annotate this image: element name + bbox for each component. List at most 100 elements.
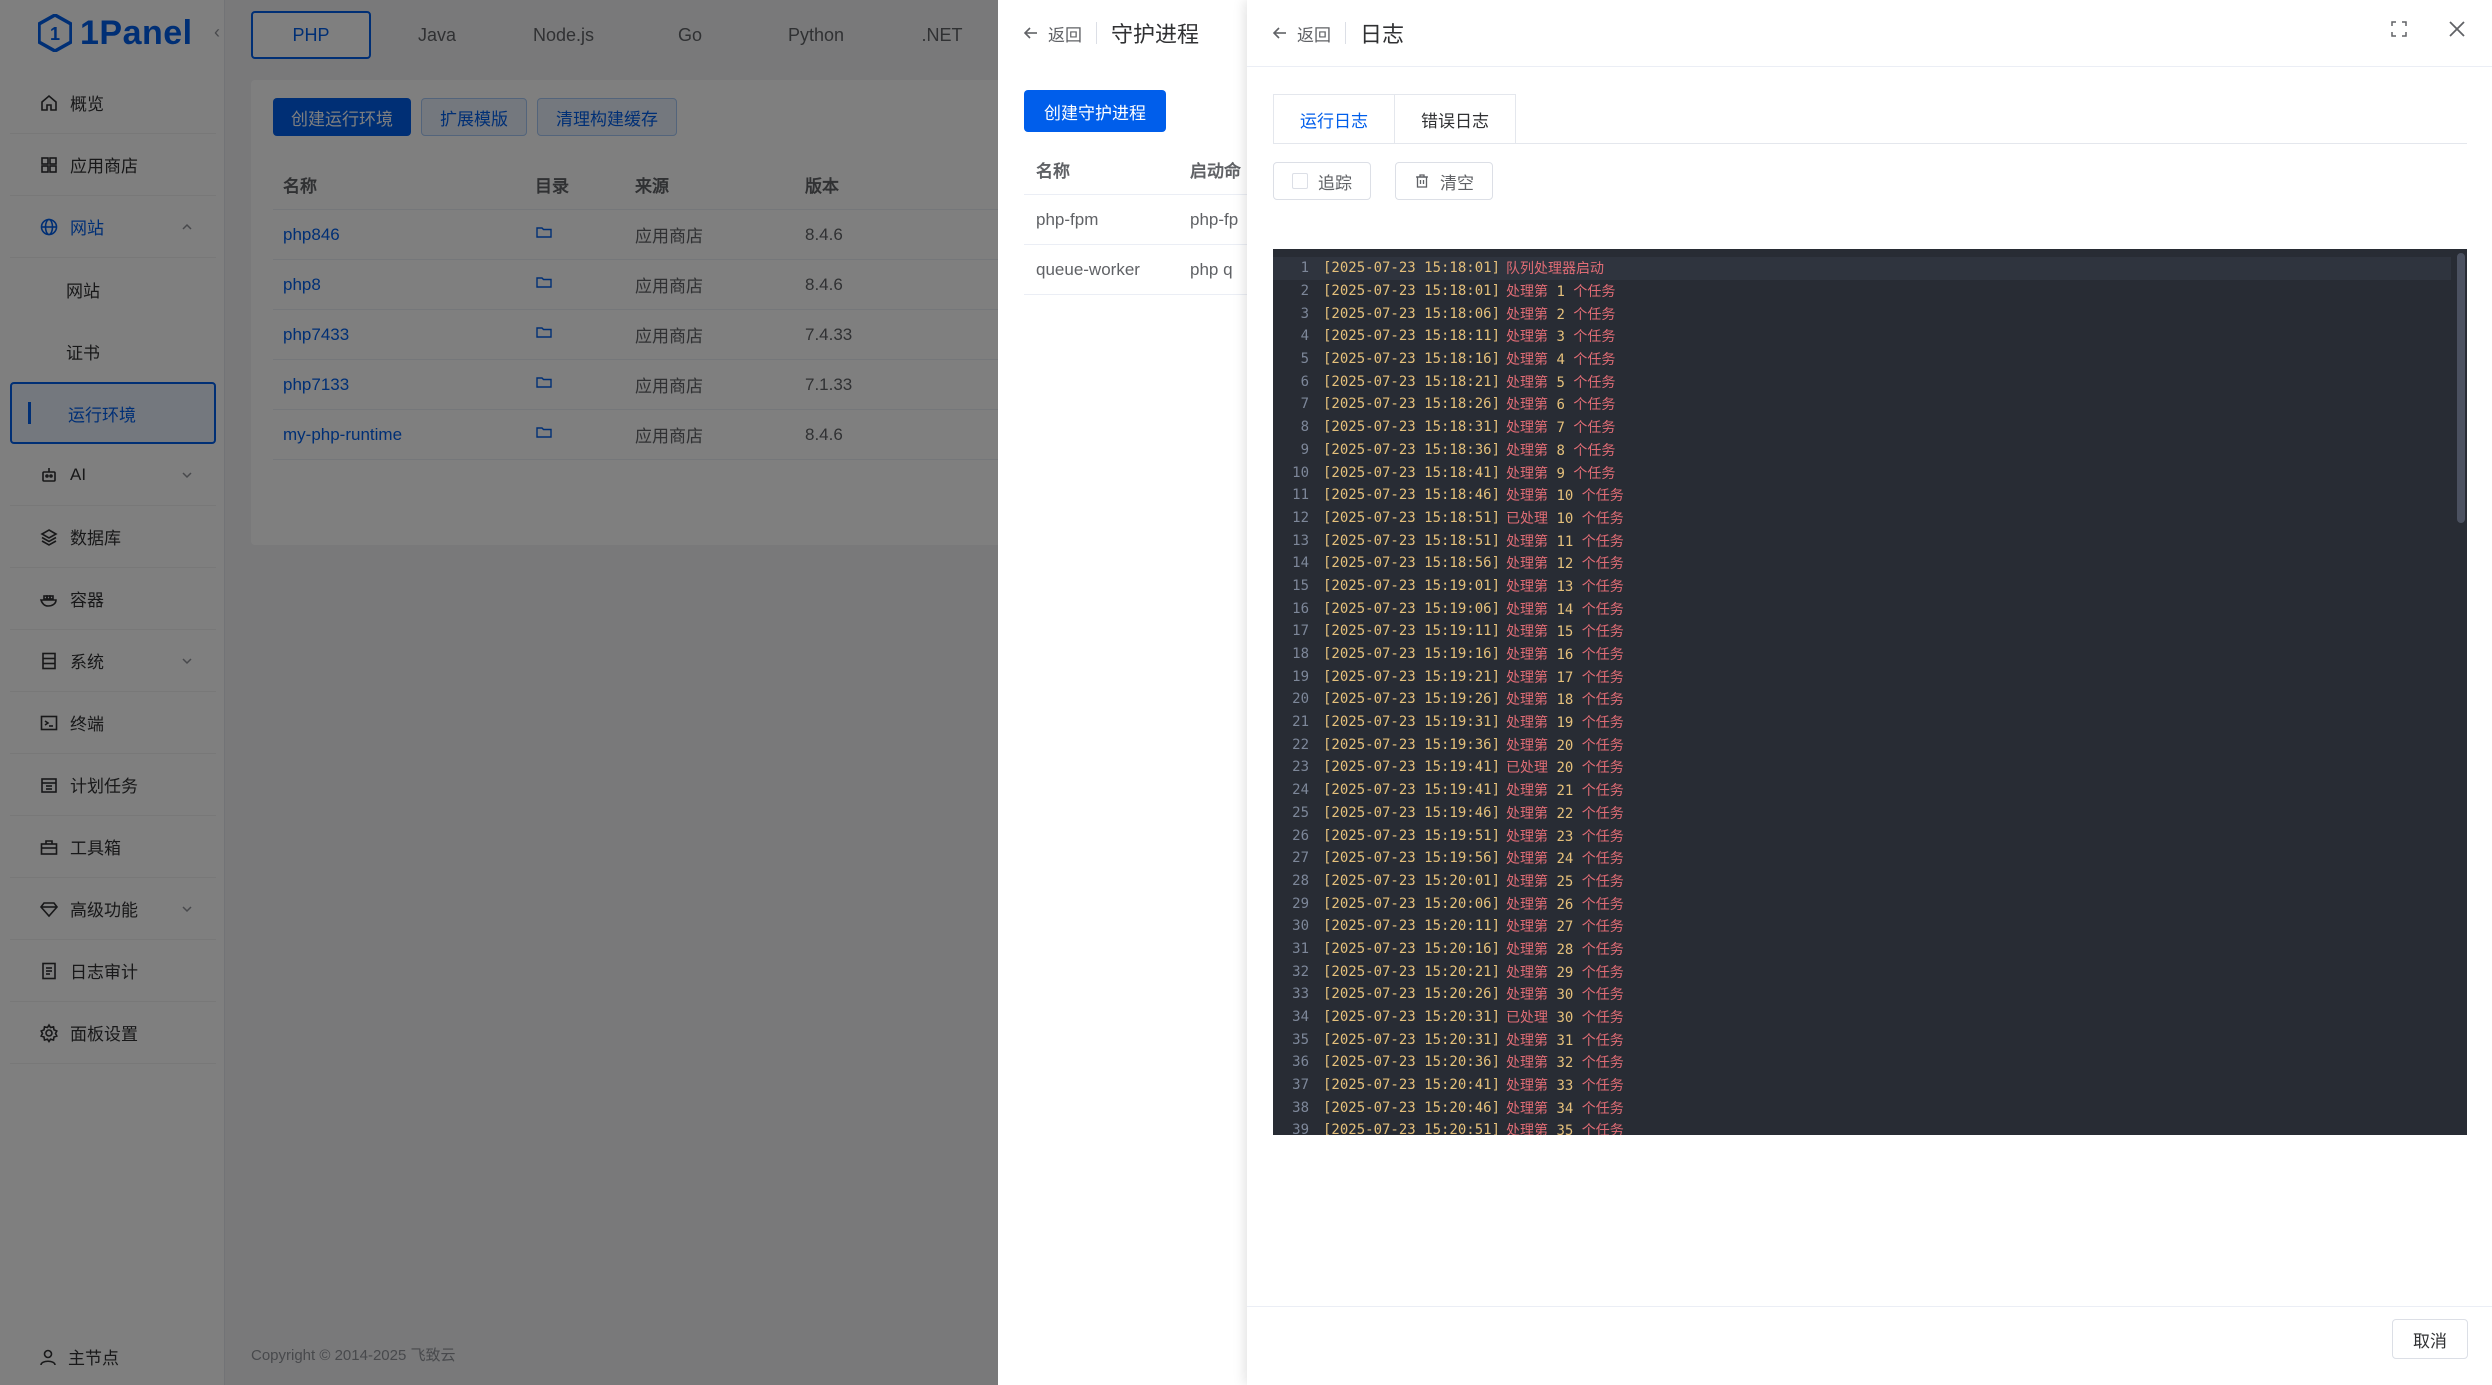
checkbox-box [1292,173,1308,189]
log-message: 处理第 14 个任务 [1506,599,1624,619]
log-message-prefix: 处理第 [1506,805,1549,822]
log-message: 已处理 10 个任务 [1506,508,1624,528]
log-message-prefix: 处理第 [1506,1123,1549,1135]
log-line: 4 [2025-07-23 15:18:11] 处理第 3 个任务 [1273,325,2451,348]
tab-error-log[interactable]: 错误日志 [1395,94,1516,144]
log-line: 28 [2025-07-23 15:20:01] 处理第 25 个任务 [1273,870,2451,893]
header-divider [1345,22,1346,44]
log-message: 处理第 27 个任务 [1506,916,1624,936]
log-timestamp: [2025-07-23 15:20:21] [1323,963,1501,980]
log-message-prefix: 处理第 [1506,465,1549,482]
line-number: 12 [1292,509,1309,526]
log-message: 处理第 31 个任务 [1506,1030,1624,1050]
create-daemon-button[interactable]: 创建守护进程 [1024,90,1166,132]
line-number: 4 [1300,328,1309,345]
log-message: 处理第 9 个任务 [1506,463,1615,483]
log-timestamp: [2025-07-23 15:18:51] [1323,509,1501,526]
log-line: 25 [2025-07-23 15:19:46] 处理第 22 个任务 [1273,802,2451,825]
line-number: 2 [1300,283,1309,300]
log-message-prefix: 处理第 [1506,987,1549,1004]
log-message-suffix: 个任务 [1581,1055,1624,1072]
fullscreen-icon[interactable] [2388,18,2410,40]
line-number: 30 [1292,918,1309,935]
log-message: 处理第 15 个任务 [1506,621,1624,641]
line-number: 10 [1292,464,1309,481]
log-line: 34 [2025-07-23 15:20:31] 已处理 30 个任务 [1273,1006,2451,1029]
log-timestamp: [2025-07-23 15:20:51] [1323,1122,1501,1135]
log-timestamp: [2025-07-23 15:19:51] [1323,827,1501,844]
log-message-suffix: 个任务 [1581,510,1624,527]
follow-checkbox[interactable]: 追踪 [1273,162,1371,200]
log-back-button[interactable]: 返回 [1271,21,1331,46]
line-number: 7 [1300,396,1309,413]
log-timestamp: [2025-07-23 15:19:26] [1323,691,1501,708]
log-timestamp: [2025-07-23 15:19:36] [1323,736,1501,753]
column-name: 名称 [1036,162,1070,181]
log-message-suffix: 个任务 [1581,919,1624,936]
log-task-number: 30 [1556,1010,1574,1027]
log-line: 15 [2025-07-23 15:19:01] 处理第 13 个任务 [1273,575,2451,598]
log-line: 13 [2025-07-23 15:18:51] 处理第 11 个任务 [1273,529,2451,552]
log-viewer[interactable]: 1 [2025-07-23 15:18:01] 队列处理器启动 2 [2025-07-2… [1273,249,2467,1135]
cancel-button[interactable]: 取消 [2392,1319,2468,1359]
log-message-prefix: 处理第 [1506,284,1549,301]
log-message-prefix: 处理第 [1506,919,1549,936]
log-task-number: 4 [1556,352,1565,369]
line-number: 22 [1292,736,1309,753]
log-task-number: 19 [1556,715,1574,732]
log-message: 处理第 12 个任务 [1506,553,1624,573]
log-line: 7 [2025-07-23 15:18:26] 处理第 6 个任务 [1273,393,2451,416]
line-number: 21 [1292,714,1309,731]
log-message-suffix: 个任务 [1581,941,1624,958]
line-number: 25 [1292,804,1309,821]
log-message-suffix: 个任务 [1581,1078,1624,1095]
log-message-prefix: 处理第 [1506,896,1549,913]
line-number: 19 [1292,668,1309,685]
tab-run-log[interactable]: 运行日志 [1273,94,1395,144]
close-icon[interactable] [2446,18,2468,40]
log-message-suffix: 个任务 [1581,488,1624,505]
log-message-prefix: 处理第 [1506,647,1549,664]
log-task-number: 5 [1556,374,1565,391]
line-number: 38 [1292,1099,1309,1116]
log-timestamp: [2025-07-23 15:18:41] [1323,464,1501,481]
log-timestamp: [2025-07-23 15:19:56] [1323,850,1501,867]
line-number: 34 [1292,1009,1309,1026]
log-message: 处理第 17 个任务 [1506,667,1624,687]
log-timestamp: [2025-07-23 15:19:01] [1323,577,1501,594]
log-line: 14 [2025-07-23 15:18:56] 处理第 12 个任务 [1273,552,2451,575]
log-message-prefix: 处理第 [1506,397,1549,414]
log-scrollbar[interactable] [2457,253,2465,523]
log-message: 处理第 30 个任务 [1506,984,1624,1004]
log-message-suffix: 个任务 [1573,420,1616,437]
log-message: 处理第 24 个任务 [1506,848,1624,868]
log-task-number: 22 [1556,805,1574,822]
log-task-number: 24 [1556,851,1574,868]
log-message: 处理第 28 个任务 [1506,939,1624,959]
log-line: 37 [2025-07-23 15:20:41] 处理第 33 个任务 [1273,1074,2451,1097]
log-task-number: 11 [1556,533,1574,550]
line-number: 32 [1292,963,1309,980]
log-message: 处理第 5 个任务 [1506,372,1615,392]
log-message-suffix: 个任务 [1581,715,1624,732]
daemon-title: 守护进程 [1111,22,1200,47]
log-task-number: 16 [1556,647,1574,664]
log-message-suffix: 个任务 [1581,669,1624,686]
log-task-number: 8 [1556,442,1565,459]
log-task-number: 35 [1556,1123,1574,1135]
log-task-number: 12 [1556,556,1574,573]
log-task-number: 2 [1556,306,1565,323]
log-message-suffix: 个任务 [1581,851,1624,868]
log-message: 处理第 10 个任务 [1506,485,1624,505]
log-message: 处理第 1 个任务 [1506,281,1615,301]
line-number: 6 [1300,373,1309,390]
daemon-back-button[interactable]: 返回 [1022,21,1082,46]
log-timestamp: [2025-07-23 15:18:26] [1323,396,1501,413]
log-drawer: 返回 日志 运行日志 错误日志 追踪 清空 1 [2025-07-23 15:18… [1247,0,2492,1385]
log-line: 24 [2025-07-23 15:19:41] 处理第 21 个任务 [1273,779,2451,802]
clear-log-button[interactable]: 清空 [1395,162,1493,200]
line-number: 5 [1300,351,1309,368]
log-message-suffix: 个任务 [1581,556,1624,573]
log-message-prefix: 处理第 [1506,783,1549,800]
log-message-suffix: 个任务 [1573,397,1616,414]
